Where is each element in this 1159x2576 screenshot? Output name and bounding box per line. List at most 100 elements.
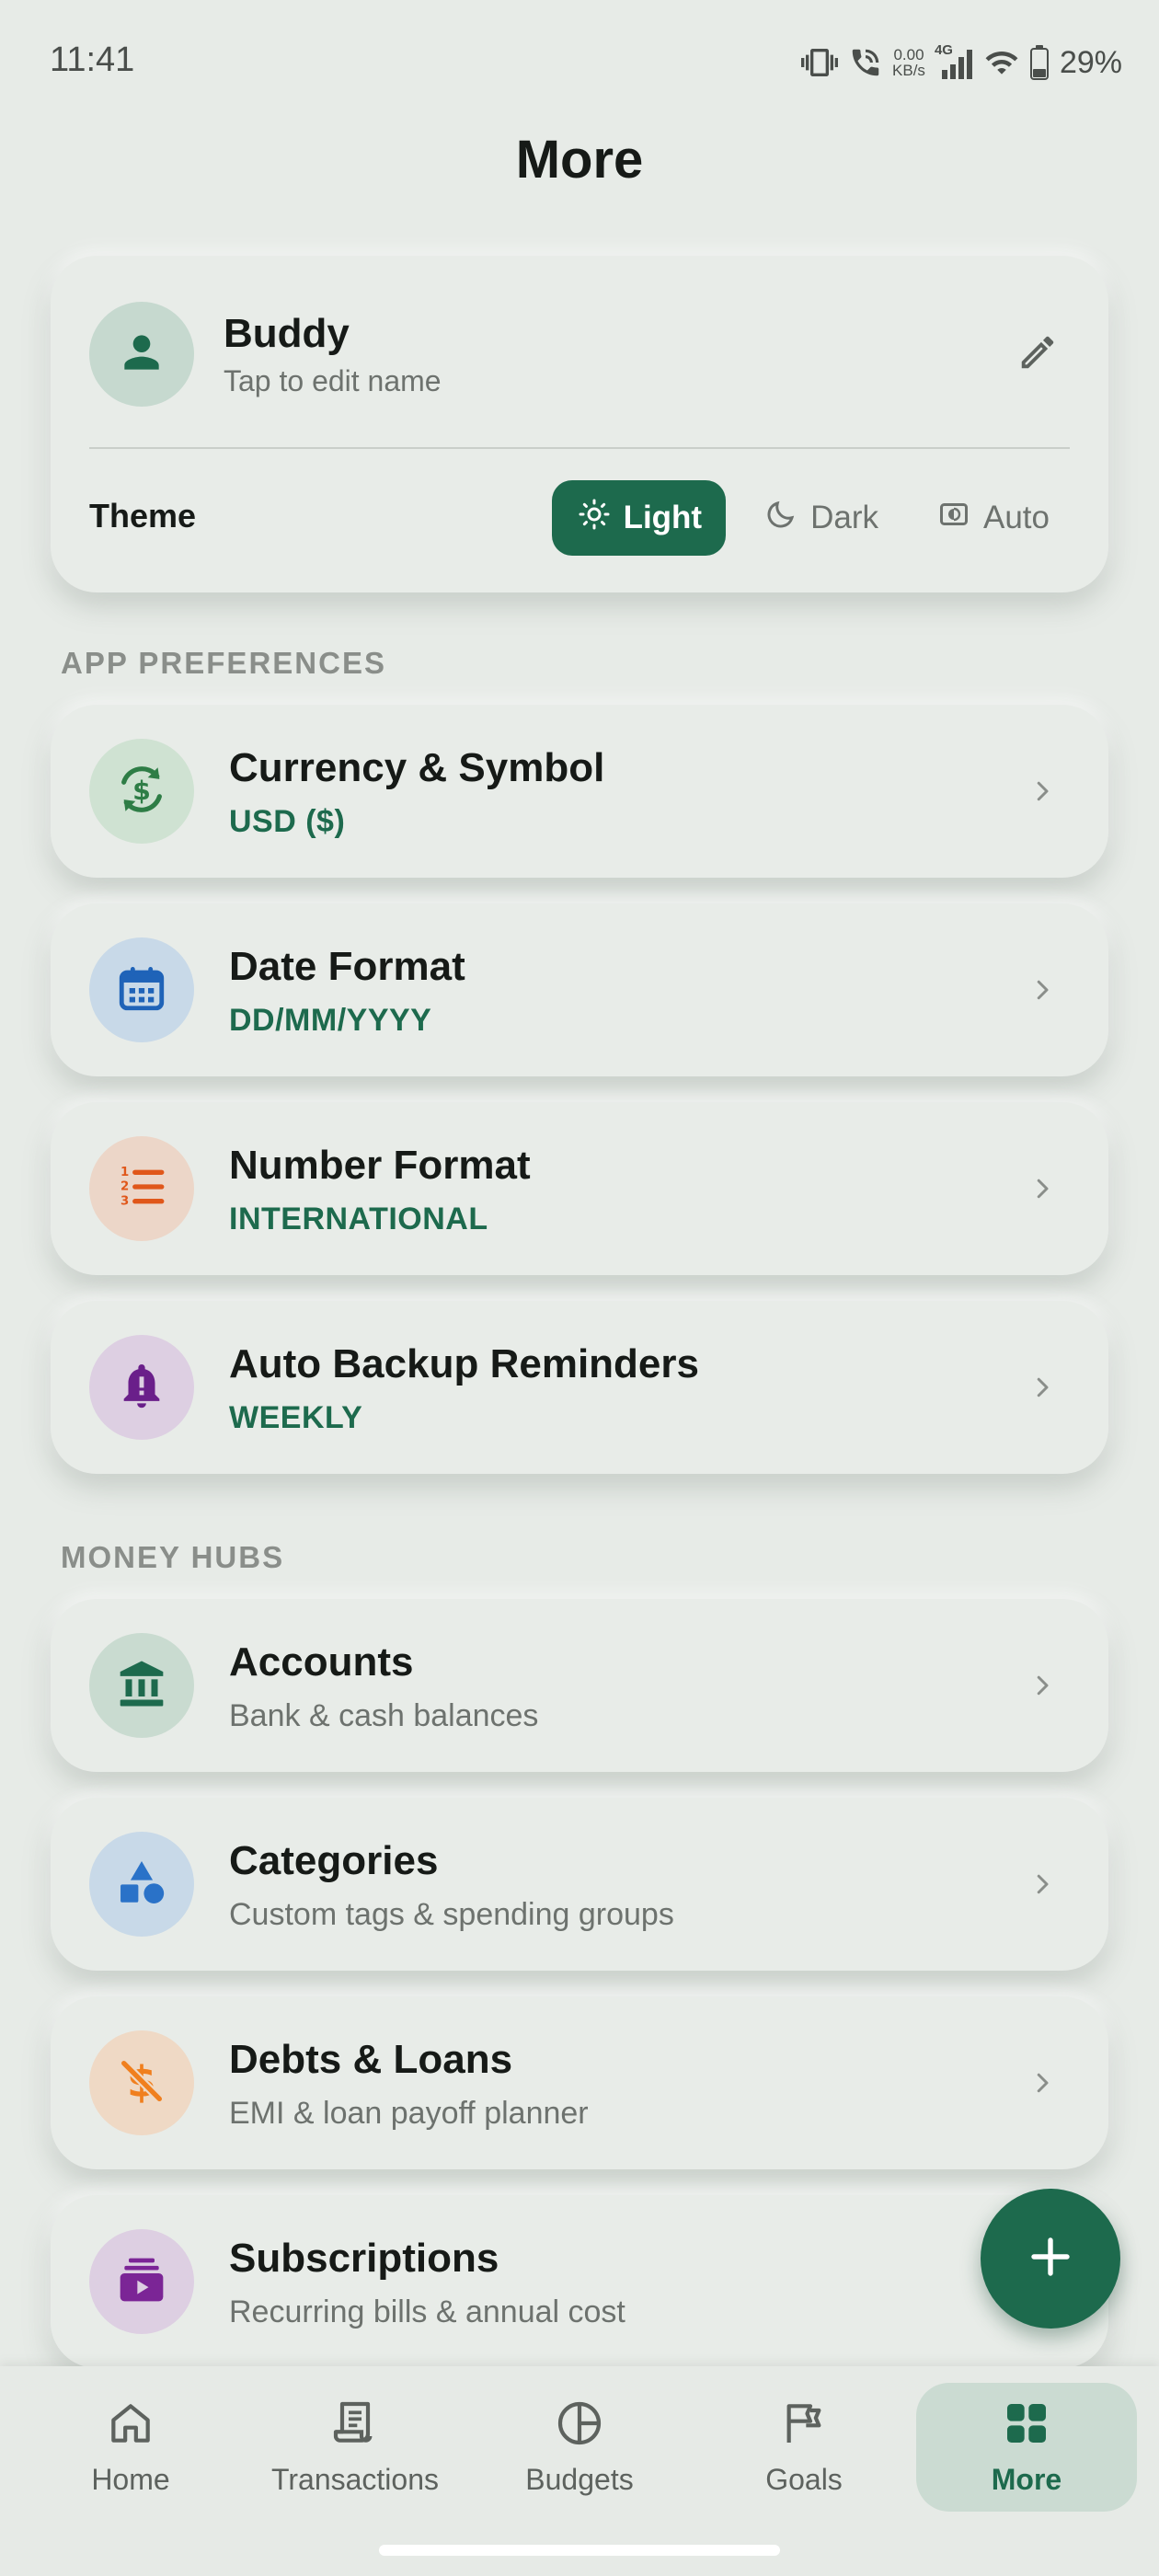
row-icon-bg: 123 bbox=[89, 1136, 194, 1241]
theme-selector: Light Dark Auto bbox=[551, 480, 1070, 556]
status-icons: 0.00 KB/s 4G 29% bbox=[800, 37, 1122, 88]
person-icon bbox=[116, 327, 167, 383]
wifi-icon bbox=[982, 45, 1021, 80]
cell-signal-icon: 4G bbox=[935, 42, 973, 81]
chevron-right-icon bbox=[1022, 970, 1062, 1010]
avatar[interactable] bbox=[89, 302, 194, 407]
row-title: Date Format bbox=[229, 944, 465, 989]
row-icon-bg: $ bbox=[89, 2030, 194, 2135]
hub-item-accounts[interactable]: Accounts Bank & cash balances bbox=[51, 1599, 1108, 1772]
plus-icon bbox=[1026, 2232, 1075, 2286]
svg-text:1: 1 bbox=[120, 1165, 129, 1179]
battery-percent: 29% bbox=[1059, 44, 1122, 80]
row-title: Currency & Symbol bbox=[229, 745, 605, 790]
chevron-right-icon bbox=[1022, 1665, 1062, 1706]
net-speed-value: 0.00 bbox=[893, 46, 924, 63]
net-speed-unit: KB/s bbox=[892, 62, 925, 79]
profile-card: Buddy Tap to edit name Theme Light Dark … bbox=[51, 256, 1108, 592]
row-subtitle: Custom tags & spending groups bbox=[229, 1897, 674, 1932]
currency-exchange-icon: $ bbox=[113, 761, 170, 822]
row-icon-bg bbox=[89, 937, 194, 1042]
status-time: 11:41 bbox=[50, 40, 135, 79]
row-icon-bg: $ bbox=[89, 739, 194, 844]
nav-label: Home bbox=[91, 2463, 170, 2496]
row-subtitle: Recurring bills & annual cost bbox=[229, 2294, 625, 2329]
nav-label: More bbox=[991, 2463, 1062, 2496]
pref-item-auto-backup[interactable]: Auto Backup Reminders WEEKLY bbox=[51, 1301, 1108, 1474]
sun-icon bbox=[578, 498, 611, 539]
hub-item-subscriptions[interactable]: Subscriptions Recurring bills & annual c… bbox=[51, 2195, 1108, 2368]
svg-text:$: $ bbox=[132, 775, 151, 805]
chevron-right-icon bbox=[1022, 2063, 1062, 2103]
bell-alert-icon bbox=[115, 1359, 168, 1417]
home-indicator[interactable] bbox=[379, 2545, 780, 2556]
row-title: Categories bbox=[229, 1838, 439, 1883]
row-icon-bg bbox=[89, 2229, 194, 2334]
row-subtitle: EMI & loan payoff planner bbox=[229, 2096, 589, 2131]
theme-option-label: Auto bbox=[983, 500, 1050, 535]
theme-option-light[interactable]: Light bbox=[551, 480, 727, 556]
chevron-right-icon bbox=[1022, 771, 1062, 811]
row-value: WEEKLY bbox=[229, 1400, 363, 1435]
row-title: Number Format bbox=[229, 1143, 531, 1188]
pref-item-number-format[interactable]: 123 Number Format INTERNATIONAL bbox=[51, 1102, 1108, 1275]
add-fab-button[interactable] bbox=[981, 2189, 1120, 2329]
nav-label: Budgets bbox=[525, 2463, 634, 2496]
row-icon-bg bbox=[89, 1832, 194, 1937]
auto-contrast-icon bbox=[937, 498, 970, 539]
theme-option-label: Light bbox=[623, 500, 703, 535]
moon-icon bbox=[764, 498, 798, 539]
section-label-money-hubs: MONEY HUBS bbox=[61, 1540, 285, 1574]
receipt-icon bbox=[329, 2398, 381, 2454]
row-title: Accounts bbox=[229, 1639, 414, 1685]
nav-item-goals[interactable]: Goals bbox=[694, 2383, 914, 2512]
pie-chart-icon bbox=[554, 2398, 605, 2454]
row-title: Subscriptions bbox=[229, 2236, 499, 2281]
subscriptions-icon bbox=[116, 2254, 167, 2310]
theme-option-dark[interactable]: Dark bbox=[744, 480, 899, 556]
edit-name-button[interactable] bbox=[1005, 322, 1070, 386]
nav-item-budgets[interactable]: Budgets bbox=[469, 2383, 690, 2512]
calendar-icon bbox=[115, 961, 168, 1019]
hub-item-debts-loans[interactable]: $ Debts & Loans EMI & loan payoff planne… bbox=[51, 1996, 1108, 2169]
row-value: USD ($) bbox=[229, 804, 346, 839]
section-label-app-preferences: APP PREFERENCES bbox=[61, 646, 386, 680]
hub-item-categories[interactable]: Categories Custom tags & spending groups bbox=[51, 1798, 1108, 1971]
row-title: Debts & Loans bbox=[229, 2037, 513, 2082]
nav-item-transactions[interactable]: Transactions bbox=[245, 2383, 465, 2512]
vibrate-icon bbox=[800, 44, 839, 81]
theme-option-label: Dark bbox=[810, 500, 878, 535]
profile-name[interactable]: Buddy bbox=[224, 311, 350, 357]
divider bbox=[89, 447, 1070, 449]
row-icon-bg bbox=[89, 1633, 194, 1738]
chevron-right-icon bbox=[1022, 1367, 1062, 1408]
numbered-list-icon: 123 bbox=[115, 1160, 168, 1218]
nav-item-home[interactable]: Home bbox=[20, 2383, 241, 2512]
status-bar: 11:41 0.00 KB/s 4G 29% bbox=[0, 0, 1159, 125]
pref-item-date-format[interactable]: Date Format DD/MM/YYYY bbox=[51, 903, 1108, 1076]
pref-item-currency[interactable]: $ Currency & Symbol USD ($) bbox=[51, 705, 1108, 878]
page-title: More bbox=[515, 130, 644, 190]
money-off-icon: $ bbox=[115, 2054, 168, 2112]
nav-label: Transactions bbox=[271, 2463, 439, 2496]
row-subtitle: Bank & cash balances bbox=[229, 1698, 539, 1733]
row-title: Auto Backup Reminders bbox=[229, 1341, 699, 1386]
profile-subtitle[interactable]: Tap to edit name bbox=[224, 364, 442, 398]
flag-icon bbox=[778, 2398, 830, 2454]
nav-label: Goals bbox=[765, 2463, 843, 2496]
bank-icon bbox=[116, 1658, 167, 1714]
row-icon-bg bbox=[89, 1335, 194, 1440]
theme-label: Theme bbox=[89, 497, 197, 535]
home-icon bbox=[105, 2398, 156, 2454]
chevron-right-icon bbox=[1022, 1168, 1062, 1209]
svg-text:2: 2 bbox=[120, 1179, 129, 1193]
battery-icon bbox=[1029, 45, 1049, 80]
theme-option-auto[interactable]: Auto bbox=[917, 480, 1070, 556]
chevron-right-icon bbox=[1022, 1864, 1062, 1904]
grid-icon bbox=[1001, 2398, 1052, 2454]
pencil-icon bbox=[1016, 331, 1059, 378]
net-speed: 0.00 KB/s bbox=[892, 47, 925, 78]
nav-item-more[interactable]: More bbox=[916, 2383, 1137, 2512]
phone-call-icon bbox=[848, 45, 883, 80]
row-value: DD/MM/YYYY bbox=[229, 1003, 432, 1038]
